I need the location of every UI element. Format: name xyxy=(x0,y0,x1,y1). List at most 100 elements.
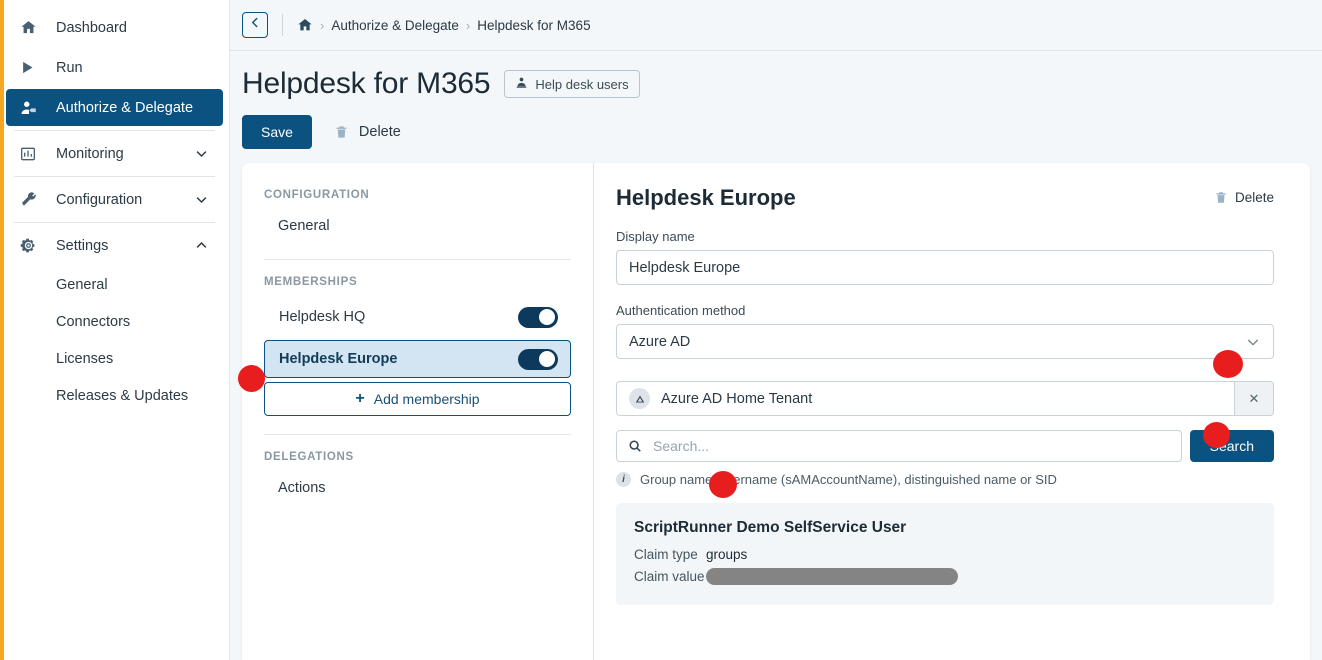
delegation-item-actions[interactable]: Actions xyxy=(264,473,571,503)
claim-type-label: Claim type xyxy=(634,547,698,562)
sidebar-item-settings-general[interactable]: General xyxy=(6,267,223,303)
search-row: Search xyxy=(616,430,1274,462)
sidebar-divider xyxy=(14,130,215,131)
sidebar-item-configuration[interactable]: Configuration xyxy=(6,181,223,218)
result-title: ScriptRunner Demo SelfService User xyxy=(634,519,907,536)
gear-icon xyxy=(20,237,46,254)
info-icon: i xyxy=(616,472,631,487)
sidebar-item-monitoring[interactable]: Monitoring xyxy=(6,135,223,172)
sidebar-subitem-label: Connectors xyxy=(56,314,131,330)
tenant-row: Azure AD Home Tenant ✕ xyxy=(616,381,1274,416)
breadcrumb-item-authorize-delegate[interactable]: Authorize & Delegate xyxy=(331,18,459,33)
user-tag-icon xyxy=(20,99,46,117)
membership-row-helpdesk-europe[interactable]: Helpdesk Europe xyxy=(264,340,571,378)
membership-row-helpdesk-hq[interactable]: Helpdesk HQ xyxy=(264,298,571,336)
auth-method-label: Authentication method xyxy=(616,303,746,318)
search-hint-text: Group name, username (sAMAccountName), d… xyxy=(640,472,1057,487)
sidebar-item-settings-licenses[interactable]: Licenses xyxy=(6,341,223,377)
save-button[interactable]: Save xyxy=(242,115,312,149)
tenant-clear-button[interactable]: ✕ xyxy=(1234,381,1274,416)
wrench-icon xyxy=(20,191,46,208)
add-membership-button[interactable]: + Add membership xyxy=(264,382,571,416)
page-title: Helpdesk for M365 xyxy=(242,67,491,100)
sidebar-item-run[interactable]: Run xyxy=(6,49,223,86)
search-button[interactable]: Search xyxy=(1189,430,1274,462)
delete-button-label: Delete xyxy=(358,124,401,140)
config-item-general[interactable]: General xyxy=(264,211,571,241)
panel-divider xyxy=(264,259,571,260)
status-badge-label: Help desk users xyxy=(535,76,629,92)
sidebar-subitem-label: Releases & Updates xyxy=(56,388,189,404)
search-input[interactable] xyxy=(651,437,1170,455)
search-hint: i Group name, username (sAMAccountName),… xyxy=(616,472,1274,487)
membership-label: Helpdesk Europe xyxy=(279,351,398,367)
main-sidebar: Dashboard Run Authorize & Delegate Monit… xyxy=(0,0,230,660)
membership-toggle[interactable] xyxy=(518,348,558,370)
search-field[interactable] xyxy=(616,430,1182,462)
claim-type-value: groups xyxy=(706,547,748,562)
detail-panel: Helpdesk Europe Delete Display name Auth… xyxy=(594,163,1310,660)
delete-button[interactable]: Delete xyxy=(334,124,401,140)
display-name-input[interactable] xyxy=(616,250,1274,285)
app-root: Dashboard Run Authorize & Delegate Monit… xyxy=(0,0,1322,660)
trash-icon xyxy=(1214,190,1228,205)
chart-icon xyxy=(20,146,46,162)
home-icon xyxy=(20,19,46,36)
search-icon xyxy=(628,439,642,453)
home-icon[interactable] xyxy=(297,17,313,33)
sidebar-item-label: Run xyxy=(56,59,83,76)
trash-icon xyxy=(334,124,349,140)
status-badge[interactable]: Help desk users xyxy=(504,70,640,98)
sidebar-item-label: Authorize & Delegate xyxy=(56,99,194,116)
sidebar-item-settings-connectors[interactable]: Connectors xyxy=(6,304,223,340)
sidebar-item-label: Monitoring xyxy=(56,145,124,162)
breadcrumb-separator: › xyxy=(320,17,325,33)
sidebar-subitem-label: Licenses xyxy=(56,351,114,367)
sidebar-subitem-label: General xyxy=(56,277,108,293)
page-header: Helpdesk for M365 Help desk users xyxy=(230,51,1322,101)
user-role-icon xyxy=(515,76,528,92)
azure-icon xyxy=(629,388,650,409)
membership-toggle[interactable] xyxy=(518,306,558,328)
breadcrumb-divider xyxy=(282,14,283,36)
action-toolbar: Save Delete xyxy=(230,101,1322,149)
sidebar-item-label: Dashboard xyxy=(56,19,127,36)
breadcrumb: › Authorize & Delegate › Helpdesk for M3… xyxy=(297,17,591,33)
plus-icon: + xyxy=(355,390,365,407)
back-button[interactable] xyxy=(242,12,268,38)
detail-delete-label: Delete xyxy=(1234,190,1274,205)
section-label-delegations: DELEGATIONS xyxy=(264,451,354,463)
sidebar-item-authorize-delegate[interactable]: Authorize & Delegate xyxy=(6,89,223,126)
claim-value-row: Claim value xyxy=(634,568,1256,585)
panels-container: CONFIGURATION General MEMBERSHIPS Helpde… xyxy=(242,163,1310,660)
membership-label: Helpdesk HQ xyxy=(279,309,366,325)
sidebar-item-label: Settings xyxy=(56,237,109,254)
search-result-card[interactable]: ScriptRunner Demo SelfService User Claim… xyxy=(616,503,1274,605)
play-icon xyxy=(20,60,46,75)
tenant-label: Azure AD Home Tenant xyxy=(661,390,813,407)
chevron-down-icon[interactable] xyxy=(194,146,209,161)
chevron-up-icon[interactable] xyxy=(194,238,209,253)
chevron-down-icon[interactable] xyxy=(194,192,209,207)
auth-method-select[interactable]: Azure AD xyxy=(616,324,1274,359)
add-membership-label: Add membership xyxy=(373,391,480,407)
chevron-left-icon xyxy=(249,16,262,34)
display-name-label: Display name xyxy=(616,229,695,244)
breadcrumb-item-current: Helpdesk for M365 xyxy=(477,17,591,33)
sidebar-item-label: Configuration xyxy=(56,191,143,208)
claim-value-redacted xyxy=(706,568,958,585)
title-row: Helpdesk for M365 Help desk users xyxy=(242,67,1322,101)
content-area: › Authorize & Delegate › Helpdesk for M3… xyxy=(230,0,1322,660)
panel-divider xyxy=(264,434,571,435)
detail-delete-button[interactable]: Delete xyxy=(1214,190,1274,205)
sidebar-item-dashboard[interactable]: Dashboard xyxy=(6,9,223,46)
toggle-knob xyxy=(539,351,555,367)
breadcrumb-bar: › Authorize & Delegate › Helpdesk for M3… xyxy=(230,0,1322,51)
close-icon: ✕ xyxy=(1248,390,1260,406)
sidebar-item-settings-releases-updates[interactable]: Releases & Updates xyxy=(6,378,223,414)
sidebar-item-settings[interactable]: Settings xyxy=(6,227,223,264)
detail-title: Helpdesk Europe xyxy=(616,185,796,210)
tenant-field[interactable]: Azure AD Home Tenant xyxy=(616,381,1234,416)
section-label-memberships: MEMBERSHIPS xyxy=(264,276,358,288)
claim-value-label: Claim value xyxy=(634,569,705,584)
